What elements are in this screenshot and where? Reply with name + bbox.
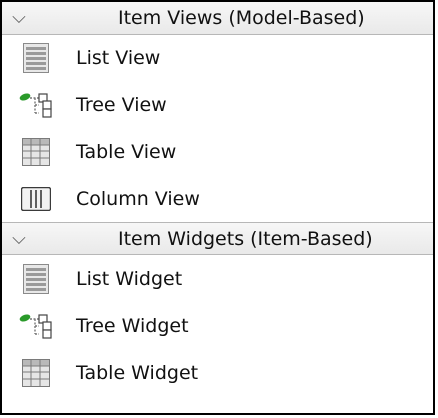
list-item-table-view[interactable]: Table View xyxy=(2,128,433,175)
chevron-down-icon[interactable]: ⌵ xyxy=(5,9,33,27)
widget-box-panel: ⌵ Item Views (Model-Based) List View Tre… xyxy=(0,0,435,415)
list-widget-icon xyxy=(16,263,56,294)
column-view-icon xyxy=(16,184,56,214)
category-title: Item Views (Model-Based) xyxy=(118,7,365,29)
item-label: Tree View xyxy=(76,93,167,116)
list-item-list-view[interactable]: List View xyxy=(2,35,433,81)
list-item-column-view[interactable]: Column View xyxy=(2,175,433,222)
item-label: List View xyxy=(76,47,161,69)
item-label: Table Widget xyxy=(76,361,199,384)
item-label: Table View xyxy=(76,140,177,163)
list-item-tree-view[interactable]: Tree View xyxy=(2,81,433,128)
category-title: Item Widgets (Item-Based) xyxy=(118,227,373,250)
category-item-widgets[interactable]: ⌵ Item Widgets (Item-Based) xyxy=(2,222,433,255)
item-label: Column View xyxy=(76,187,200,210)
tree-widget-icon xyxy=(16,311,56,341)
table-widget-icon xyxy=(16,358,56,388)
category-item-views[interactable]: ⌵ Item Views (Model-Based) xyxy=(2,2,433,35)
item-label: List Widget xyxy=(76,267,183,290)
chevron-down-icon[interactable]: ⌵ xyxy=(5,229,33,248)
list-view-icon xyxy=(16,43,56,73)
tree-view-icon xyxy=(16,90,56,120)
list-item-tree-widget[interactable]: Tree Widget xyxy=(2,302,433,349)
table-view-icon xyxy=(16,137,56,167)
item-label: Tree Widget xyxy=(76,314,189,337)
list-item-list-widget[interactable]: List Widget xyxy=(2,255,433,302)
list-item-table-widget[interactable]: Table Widget xyxy=(2,349,433,396)
